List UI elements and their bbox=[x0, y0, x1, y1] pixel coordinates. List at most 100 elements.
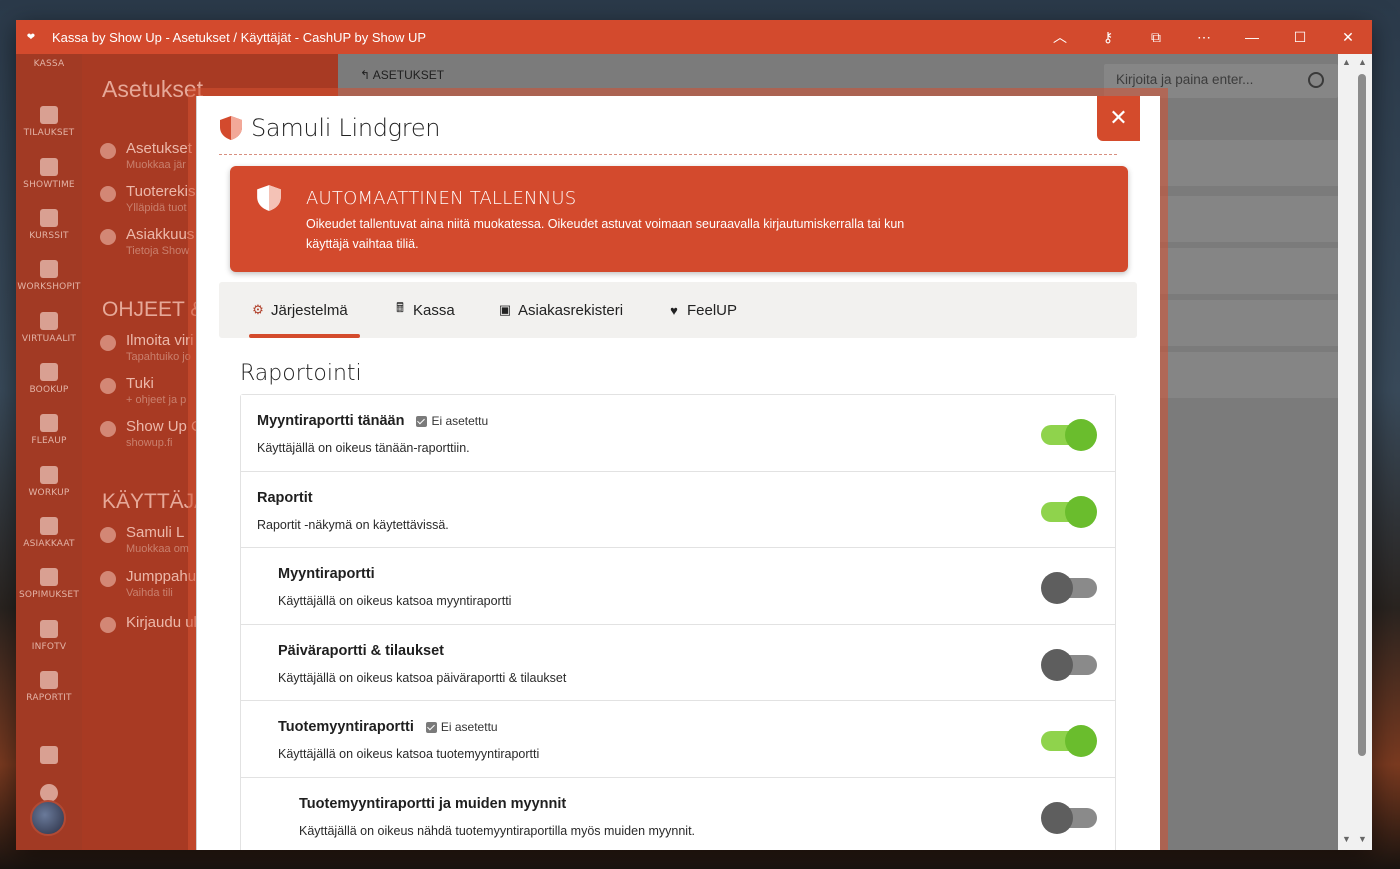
permission-row: Tuotemyyntiraportti ja muiden myynnit Käy… bbox=[241, 777, 1115, 850]
rail-item-asiakkaat[interactable]: ASIAKKAAT bbox=[16, 517, 82, 549]
permission-list: Myyntiraportti tänään Ei asetettu Käyttäjä… bbox=[240, 394, 1116, 850]
autosave-notice: AUTOMAATTINEN TALLENNUS Oikeudet tallent… bbox=[230, 166, 1128, 272]
app-heart-icon: ❤ bbox=[26, 31, 36, 43]
rail-item-showtime[interactable]: SHOWTIME bbox=[16, 158, 82, 190]
rail-item-workshopit[interactable]: WORKSHOPIT bbox=[16, 260, 82, 292]
permission-description: Käyttäjällä on oikeus katsoa tuotemyynti… bbox=[278, 747, 540, 761]
tab-kassa[interactable]: 🖩 Kassa bbox=[393, 282, 455, 338]
permission-toggle[interactable] bbox=[1041, 801, 1097, 834]
rail-item-workup[interactable]: WORKUP bbox=[16, 466, 82, 498]
permission-title: Myyntiraportti tänään Ei asetettu bbox=[257, 413, 489, 429]
rail-item-bookup[interactable]: BOOKUP bbox=[16, 363, 82, 395]
settings-heading: Asetukset bbox=[102, 76, 203, 102]
rail-item-raportit[interactable]: RAPORTIT bbox=[16, 671, 82, 703]
permission-description: Käyttäjällä on oikeus tänään-raporttiin. bbox=[257, 441, 470, 455]
user-item[interactable]: Samuli L Muokkaa om bbox=[100, 524, 189, 555]
megaphone-icon bbox=[40, 620, 58, 638]
permission-title: Tuotemyyntiraportti ja muiden myynnit bbox=[299, 795, 567, 812]
help-item[interactable]: Tuki + ohjeet ja p bbox=[100, 375, 186, 406]
scrollbar-thumb[interactable] bbox=[1358, 74, 1366, 756]
address-book-icon: ▣ bbox=[498, 302, 512, 317]
permission-toggle[interactable] bbox=[1041, 648, 1097, 681]
permission-toggle[interactable] bbox=[1041, 495, 1097, 528]
user-icon bbox=[100, 527, 116, 543]
settings-item[interactable]: Asetukset Muokkaa jär bbox=[100, 140, 192, 171]
search-input[interactable]: Kirjoita ja paina enter... bbox=[1104, 64, 1338, 98]
rail-item-virtuaalit[interactable]: VIRTUAALIT bbox=[16, 312, 82, 344]
permission-toggle[interactable] bbox=[1041, 419, 1097, 451]
rail-item-tilaukset[interactable]: TILAUKSET bbox=[16, 106, 82, 138]
cast-icon[interactable]: ⧉ bbox=[1132, 20, 1180, 54]
report-icon bbox=[40, 671, 58, 689]
chevron-up-icon[interactable]: ︿ bbox=[1036, 20, 1084, 54]
switch-icon bbox=[100, 571, 116, 587]
toggle-knob bbox=[1041, 648, 1073, 681]
bag-icon bbox=[40, 414, 58, 432]
close-window-button[interactable]: ✕ bbox=[1324, 20, 1372, 54]
shield-icon bbox=[220, 116, 242, 140]
scrollbar[interactable]: ▲ ▲ ▼ ▼ bbox=[1338, 54, 1372, 850]
breadcrumb[interactable]: ↰ ASETUKSET bbox=[360, 68, 444, 82]
notice-text: Oikeudet tallentuvat aina niitä muokates… bbox=[306, 217, 905, 251]
user-permissions-modal: Samuli Lindgren ✕ AUTOMAATTINEN TALLENNU… bbox=[196, 96, 1160, 850]
scroll-up-icon[interactable]: ▲ bbox=[1358, 57, 1367, 67]
permission-toggle[interactable] bbox=[1041, 572, 1097, 604]
heartbeat-icon: ♥ bbox=[670, 302, 678, 318]
scroll-down-icon[interactable]: ▼ bbox=[1358, 834, 1367, 844]
monitor-icon bbox=[40, 312, 58, 330]
tab-feelup[interactable]: ♥ FeelUP bbox=[667, 282, 737, 338]
title-bar: ❤ Kassa by Show Up - Asetukset / Käyttäj… bbox=[16, 20, 1372, 54]
rail-item-sopimukset[interactable]: SOPIMUKSET bbox=[16, 568, 82, 600]
permission-description: Käyttäjällä on oikeus katsoa päiväraport… bbox=[278, 670, 567, 685]
help-item[interactable]: Ilmoita viri Tapahtuiko jo bbox=[100, 332, 194, 363]
minimize-button[interactable]: — bbox=[1228, 20, 1276, 54]
easel-icon bbox=[40, 260, 58, 278]
window-title: Kassa by Show Up - Asetukset / Käyttäjät… bbox=[52, 29, 427, 45]
globe-icon bbox=[100, 421, 116, 437]
scroll-down-icon[interactable]: ▼ bbox=[1342, 834, 1351, 844]
toggle-knob bbox=[1041, 801, 1073, 834]
permission-tabs: ⚙ Järjestelmä 🖩 Kassa ▣ Asiakasrekisteri ♥ F… bbox=[219, 282, 1137, 338]
settings-item[interactable]: Tuoterekis Ylläpidä tuot bbox=[100, 183, 195, 214]
checkbox-icon bbox=[416, 415, 428, 427]
shield-icon bbox=[257, 185, 281, 211]
permission-row: Myyntiraportti tänään Ei asetettu Käyttäjä… bbox=[241, 395, 1115, 472]
more-icon[interactable]: ⋯ bbox=[1180, 20, 1228, 54]
gear-icon: ⚙ bbox=[252, 302, 264, 317]
scroll-up-icon[interactable]: ▲ bbox=[1342, 57, 1351, 67]
divider bbox=[219, 154, 1117, 155]
permission-description: Käyttäjällä on oikeus katsoa myyntirapor… bbox=[278, 594, 512, 608]
user-avatar[interactable] bbox=[30, 800, 66, 836]
rail-item-fleaup[interactable]: FLEAUP bbox=[16, 414, 82, 446]
permission-toggle[interactable] bbox=[1041, 725, 1097, 757]
utensils-icon bbox=[40, 106, 58, 124]
rail-item-kurssit[interactable]: KURSSIT bbox=[16, 209, 82, 241]
checkbox-icon bbox=[425, 721, 437, 733]
toggle-knob bbox=[1065, 419, 1097, 451]
users-icon bbox=[40, 517, 58, 535]
tab-asiakasrekisteri[interactable]: ▣ Asiakasrekisteri bbox=[498, 282, 623, 338]
not-set-badge: Ei asetettu bbox=[425, 720, 498, 734]
user-item[interactable]: Jumppahu Vaihda tili bbox=[100, 568, 196, 599]
permission-row: Raportit Raportit -näkymä on käytettäviss… bbox=[241, 471, 1115, 548]
permission-row: Päiväraportti & tilaukset Käyttäjällä on … bbox=[241, 624, 1115, 701]
settings-item[interactable]: Asiakkuus Tietoja Show bbox=[100, 226, 194, 257]
logout-item[interactable]: Kirjaudu ul bbox=[100, 614, 197, 633]
toggle-knob bbox=[1041, 572, 1073, 604]
maximize-button[interactable]: ☐ bbox=[1276, 20, 1324, 54]
rail-item-kassa[interactable]: KASSA bbox=[16, 58, 82, 69]
switch-account-icon[interactable] bbox=[16, 746, 82, 767]
not-set-badge: Ei asetettu bbox=[416, 414, 488, 428]
close-modal-button[interactable]: ✕ bbox=[1097, 96, 1140, 141]
search-icon bbox=[1308, 72, 1324, 88]
question-icon bbox=[100, 378, 116, 394]
tab-jarjestelma[interactable]: ⚙ Järjestelmä bbox=[249, 282, 360, 338]
key-icon[interactable]: ⚷ bbox=[1084, 20, 1132, 54]
permission-title: Raportit bbox=[257, 489, 313, 506]
power-icon bbox=[100, 617, 116, 633]
permission-description: Raportit -näkymä on käytettävissä. bbox=[257, 517, 449, 532]
user-name: Samuli Lindgren bbox=[251, 114, 441, 142]
calendar-icon bbox=[40, 363, 58, 381]
rail-item-infotv[interactable]: INFOTV bbox=[16, 620, 82, 652]
help-item[interactable]: Show Up Cshowup.fi bbox=[100, 418, 202, 449]
